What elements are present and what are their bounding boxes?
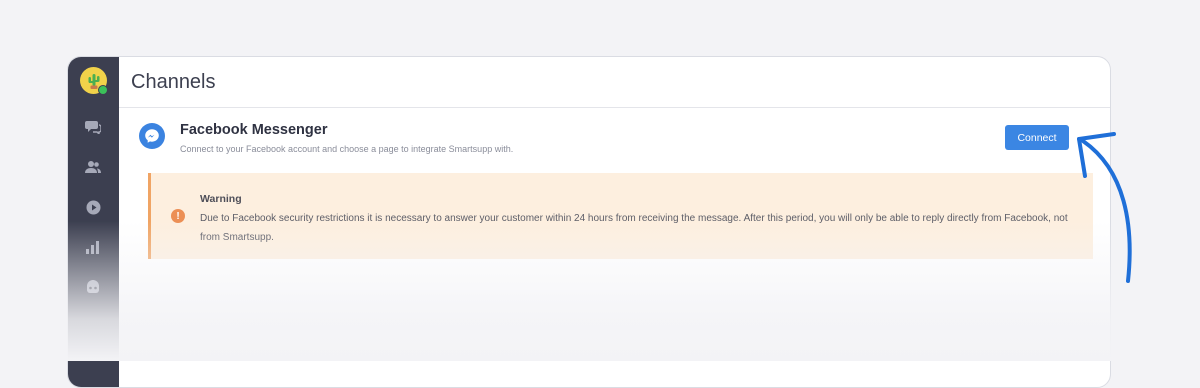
page-header: Channels xyxy=(119,57,1110,108)
warning-icon: ! xyxy=(171,209,185,223)
main-content: Channels Facebook Messenger Connect to y… xyxy=(119,57,1110,387)
channel-name: Facebook Messenger xyxy=(180,122,328,138)
app-window: Channels Facebook Messenger Connect to y… xyxy=(67,56,1111,388)
channel-row-facebook-messenger: Facebook Messenger Connect to your Faceb… xyxy=(139,122,1080,163)
contacts-icon[interactable] xyxy=(84,158,102,176)
warning-title: Warning xyxy=(200,193,242,205)
sidebar xyxy=(68,57,119,387)
online-status-dot xyxy=(98,85,108,95)
warning-banner: ! Warning Due to Facebook security restr… xyxy=(148,173,1093,259)
channel-description: Connect to your Facebook account and cho… xyxy=(180,144,514,154)
page-title: Channels xyxy=(131,70,216,93)
messenger-icon xyxy=(139,123,165,149)
warning-text: Due to Facebook security restrictions it… xyxy=(200,213,1068,243)
stats-icon[interactable] xyxy=(84,238,102,256)
bot-icon[interactable] xyxy=(84,278,102,296)
chat-icon[interactable] xyxy=(84,118,102,136)
connect-button[interactable]: Connect xyxy=(1005,125,1069,150)
play-icon[interactable] xyxy=(84,198,102,216)
avatar[interactable] xyxy=(80,67,108,95)
annotation-arrow-icon xyxy=(1077,132,1132,283)
